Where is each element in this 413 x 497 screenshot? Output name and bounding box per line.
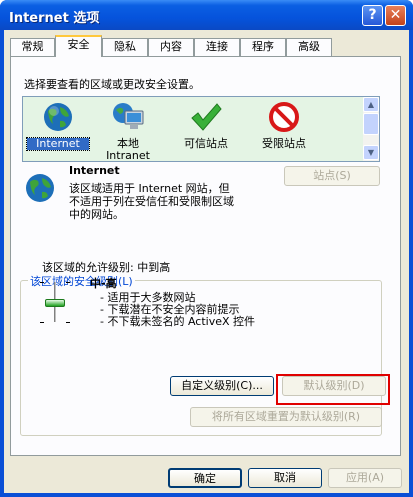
globe-icon: [44, 103, 72, 131]
tab-content[interactable]: 内容: [148, 38, 194, 56]
slider-tick: [66, 282, 70, 283]
restricted-sign-icon: [269, 102, 299, 132]
custom-level-button[interactable]: 自定义级别(C)...: [170, 376, 274, 396]
close-button[interactable]: ✕: [385, 5, 406, 26]
zone-info-description: 该区域适用于 Internet 网站，但 不适用于列在受信任和受限制区域 中的网…: [69, 182, 234, 221]
red-highlight-box: [276, 374, 390, 405]
security-level-name: 中-高: [90, 277, 117, 290]
zone-info-title: Internet: [69, 164, 120, 177]
tab-general[interactable]: 常规: [10, 38, 55, 56]
slider-tick: [66, 322, 70, 323]
green-checkmark-icon: [191, 103, 222, 131]
security-level-slider[interactable]: [38, 280, 72, 324]
cancel-button[interactable]: 取消: [248, 468, 322, 488]
slider-thumb[interactable]: [45, 299, 65, 307]
zone-description-line: 该区域适用于 Internet 网站，但: [69, 182, 230, 195]
zone-trusted-sites-label: 可信站点: [184, 137, 228, 150]
dialog-window: Internet 选项 ? ✕ 常规 安全 隐私 内容 连接 程序 高级 选择要…: [0, 0, 413, 497]
help-button[interactable]: ?: [362, 5, 383, 26]
window-title: Internet 选项: [9, 11, 100, 26]
tab-privacy[interactable]: 隐私: [102, 38, 148, 56]
title-bar[interactable]: Internet 选项 ? ✕: [0, 0, 413, 30]
security-level-description: - 适用于大多数网站 - 下载潜在不安全内容前提示 - 不下载未签名的 Acti…: [100, 292, 255, 328]
scroll-thumb[interactable]: [363, 113, 379, 135]
intranet-computer-icon: [113, 103, 144, 129]
reset-all-zones-button[interactable]: 将所有区域重置为默认级别(R): [190, 407, 382, 427]
zone-local-intranet-label: 本地 Intranet: [97, 138, 159, 162]
slider-tick: [40, 322, 44, 323]
zone-list-scrollbar[interactable]: ▲ ▼: [363, 97, 379, 161]
zone-restricted-sites-label: 受限站点: [262, 137, 306, 150]
zone-description-line: 中的网站。: [69, 208, 124, 221]
zone-trusted-sites[interactable]: 可信站点: [175, 101, 237, 150]
scroll-up-button[interactable]: ▲: [363, 97, 379, 112]
allowed-levels-text: 该区域的允许级别: 中到高: [42, 261, 171, 274]
tab-security[interactable]: 安全: [55, 35, 102, 57]
tab-programs[interactable]: 程序: [240, 38, 286, 56]
zone-list[interactable]: Internet 本地 Intranet 可信站点 受限站点 ▲ ▼: [22, 96, 380, 162]
level-bullet: - 不下载未签名的 ActiveX 控件: [100, 315, 256, 328]
zone-internet-label: Internet: [26, 137, 90, 151]
instruction-text: 选择要查看的区域或更改安全设置。: [24, 78, 200, 91]
apply-button[interactable]: 应用(A): [328, 468, 402, 488]
zone-local-intranet-text: 本地 Intranet: [106, 137, 150, 162]
zone-local-intranet[interactable]: 本地 Intranet: [97, 101, 159, 162]
zone-internet[interactable]: Internet: [26, 101, 90, 151]
zone-restricted-sites[interactable]: 受限站点: [253, 101, 315, 150]
dialog-client-area: 常规 安全 隐私 内容 连接 程序 高级 选择要查看的区域或更改安全设置。 In…: [4, 30, 409, 493]
scroll-down-button[interactable]: ▼: [363, 145, 379, 160]
slider-tick: [40, 282, 44, 283]
tab-advanced[interactable]: 高级: [286, 38, 332, 56]
zone-description-line: 不适用于列在受信任和受限制区域: [69, 195, 234, 208]
ok-button[interactable]: 确定: [168, 468, 242, 488]
tab-connections[interactable]: 连接: [194, 38, 240, 56]
zone-globe-icon: [26, 174, 54, 202]
sites-button[interactable]: 站点(S): [284, 166, 380, 186]
